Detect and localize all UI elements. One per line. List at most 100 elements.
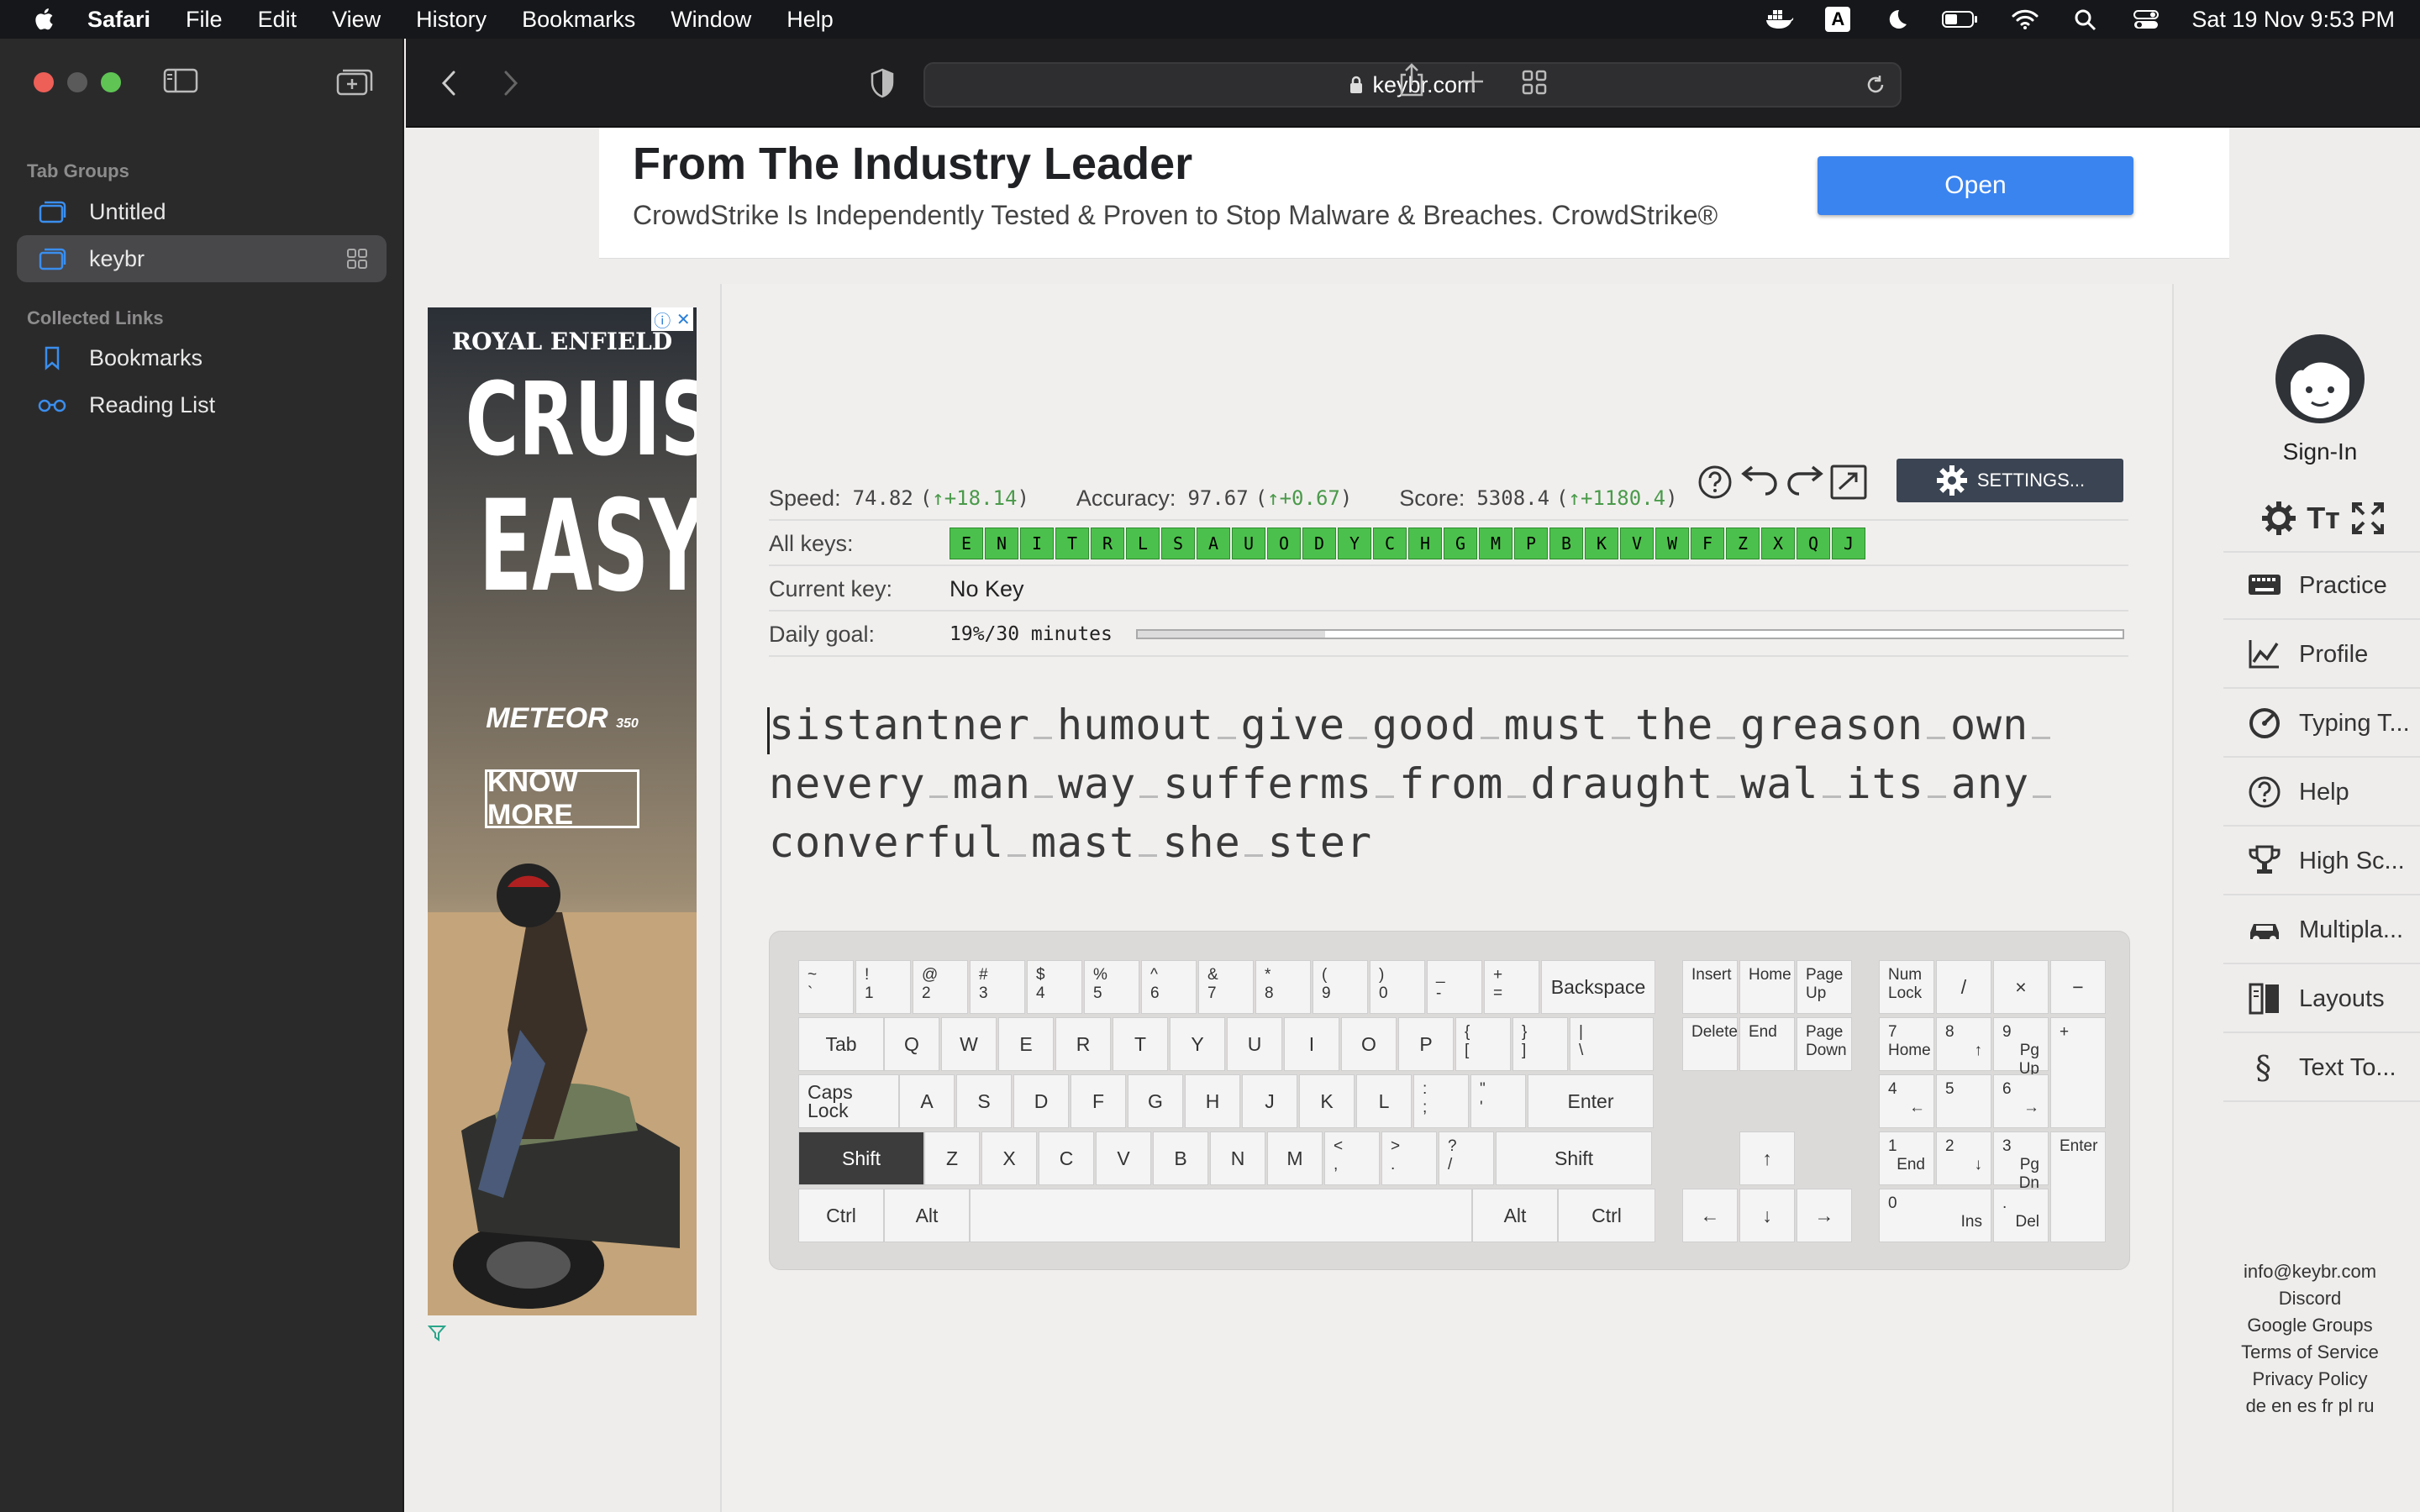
key-m[interactable]: M (1267, 1131, 1323, 1185)
key-num-enter[interactable]: Enter (2050, 1131, 2106, 1242)
key-l[interactable]: L (1356, 1074, 1412, 1128)
key-5[interactable]: % 5 (1084, 960, 1139, 1014)
tab-group-keybr[interactable]: keybr (17, 235, 387, 282)
key-`[interactable]: ~ ` (798, 960, 854, 1014)
key-arrow-down[interactable]: ↓ (1739, 1189, 1795, 1242)
key-d[interactable]: D (1013, 1074, 1069, 1128)
tab-overview-icon[interactable] (346, 248, 368, 270)
new-tab-icon[interactable] (1460, 69, 1486, 94)
battery-icon[interactable] (1941, 7, 1980, 32)
key-space[interactable] (970, 1189, 1472, 1242)
expand-icon[interactable] (2350, 501, 2386, 536)
menu-file[interactable]: File (186, 7, 223, 33)
key-right-shift[interactable]: Shift (1496, 1131, 1652, 1185)
key-tab[interactable]: Tab (798, 1017, 884, 1071)
key-w[interactable]: W (941, 1017, 997, 1071)
key-n[interactable]: N (1210, 1131, 1265, 1185)
key-arrow-left[interactable]: ← (1682, 1189, 1738, 1242)
key-i[interactable]: I (1284, 1017, 1339, 1071)
key-o[interactable]: O (1341, 1017, 1397, 1071)
minimize-window-button[interactable] (67, 72, 87, 92)
zoom-window-button[interactable] (101, 72, 121, 92)
footer-link[interactable]: Terms of Service (2200, 1339, 2420, 1366)
key-num-9[interactable]: 9 Pg Up (1993, 1017, 2049, 1078)
ad-close-icon[interactable]: ✕ (676, 309, 691, 330)
footer-link[interactable]: Privacy Policy (2200, 1366, 2420, 1393)
key-home[interactable]: Home (1739, 960, 1795, 1014)
menu-history[interactable]: History (416, 7, 487, 33)
key-arrow-up[interactable]: ↑ (1739, 1131, 1795, 1185)
key-p[interactable]: P (1398, 1017, 1454, 1071)
nav-item-high-sc[interactable]: High Sc... (2223, 828, 2420, 895)
key-left-ctrl[interactable]: Ctrl (798, 1189, 884, 1242)
tab-overview-icon[interactable] (1521, 69, 1548, 96)
key-sym[interactable]: >. (1381, 1131, 1437, 1185)
key-f[interactable]: F (1071, 1074, 1126, 1128)
apple-menu-icon[interactable] (34, 8, 54, 31)
menu-view[interactable]: View (332, 7, 381, 33)
footer-link[interactable]: de en es fr pl ru (2200, 1393, 2420, 1420)
key-caps-lock[interactable]: Caps Lock (798, 1074, 899, 1128)
wifi-icon[interactable] (2010, 7, 2040, 32)
moon-icon[interactable] (1881, 7, 1911, 32)
top-banner-ad[interactable]: From The Industry Leader CrowdStrike Is … (599, 128, 2229, 259)
key-9[interactable]: (9 (1313, 960, 1368, 1014)
sidebar-toggle-icon[interactable] (163, 67, 198, 94)
key-u[interactable]: U (1227, 1017, 1282, 1071)
share-icon[interactable] (1397, 62, 1426, 97)
ad-know-more-button[interactable]: KNOW MORE (485, 766, 639, 831)
key-num-7[interactable]: 7 Home (1879, 1017, 1934, 1071)
key-x[interactable]: X (981, 1131, 1037, 1185)
reload-icon[interactable] (1865, 74, 1886, 96)
key-right-ctrl[interactable]: Ctrl (1558, 1189, 1655, 1242)
nav-item-typing-t[interactable]: Typing T... (2223, 690, 2420, 758)
side-ad[interactable]: ⓘ✕ ROYAL ENFIELD CRUISE EASY METEOR 350 … (428, 307, 697, 1315)
key-left-shift[interactable]: Shift (798, 1131, 924, 1185)
key-num-divide[interactable]: / (1936, 960, 1991, 1014)
key-num-3[interactable]: 3 Pg Dn (1993, 1131, 2049, 1192)
key-c[interactable]: C (1039, 1131, 1094, 1185)
key-page-up[interactable]: Page Up (1797, 960, 1852, 1014)
key-end[interactable]: End (1739, 1017, 1795, 1071)
spotlight-search-icon[interactable] (2070, 7, 2101, 32)
menu-bookmarks[interactable]: Bookmarks (522, 7, 635, 33)
privacy-shield-icon[interactable] (870, 67, 895, 99)
key-sym[interactable]: :; (1413, 1074, 1469, 1128)
key-left-alt[interactable]: Alt (884, 1189, 970, 1242)
key-num-4[interactable]: 4 ← (1879, 1074, 1934, 1128)
theme-icon[interactable] (2261, 501, 2296, 536)
control-center-icon[interactable] (2131, 7, 2161, 32)
nav-item-multipla[interactable]: Multipla... (2223, 897, 2420, 964)
menu-help[interactable]: Help (786, 7, 834, 33)
key-g[interactable]: G (1128, 1074, 1183, 1128)
new-tab-group-icon[interactable] (336, 67, 373, 96)
key-num-multiply[interactable]: × (1993, 960, 2049, 1014)
key-num-minus[interactable]: − (2050, 960, 2106, 1014)
sidebar-item-reading-list[interactable]: Reading List (17, 381, 387, 428)
key-0[interactable]: ) 0 (1370, 960, 1425, 1014)
menu-app-name[interactable]: Safari (87, 7, 150, 33)
key-sym[interactable]: <, (1324, 1131, 1380, 1185)
key-k[interactable]: K (1299, 1074, 1355, 1128)
key-num-8[interactable]: 8 ↑ (1936, 1017, 1991, 1071)
key-a[interactable]: A (899, 1074, 955, 1128)
docker-icon[interactable] (1765, 7, 1795, 32)
typing-text[interactable]: sistantner humout give good must the greason ow… (769, 696, 2139, 872)
key-8[interactable]: * 8 (1255, 960, 1311, 1014)
key-num-plus[interactable]: + (2050, 1017, 2106, 1128)
back-icon[interactable] (439, 69, 460, 97)
key-4[interactable]: $4 (1027, 960, 1082, 1014)
key--[interactable]: _ - (1427, 960, 1482, 1014)
key-b[interactable]: B (1153, 1131, 1208, 1185)
key-sym[interactable]: | \ (1570, 1017, 1654, 1071)
key-num-1[interactable]: 1 End (1879, 1131, 1934, 1185)
nav-item-help[interactable]: Help (2223, 759, 2420, 827)
key-6[interactable]: ^ 6 (1141, 960, 1197, 1014)
key-sym[interactable]: ? / (1439, 1131, 1494, 1185)
sign-in-link[interactable]: Sign-In (2200, 438, 2420, 465)
key-z[interactable]: Z (924, 1131, 980, 1185)
key-num-2[interactable]: 2 ↓ (1936, 1131, 1991, 1185)
key-v[interactable]: V (1096, 1131, 1151, 1185)
key-enter[interactable]: Enter (1528, 1074, 1654, 1128)
nav-item-profile[interactable]: Profile (2223, 622, 2420, 689)
